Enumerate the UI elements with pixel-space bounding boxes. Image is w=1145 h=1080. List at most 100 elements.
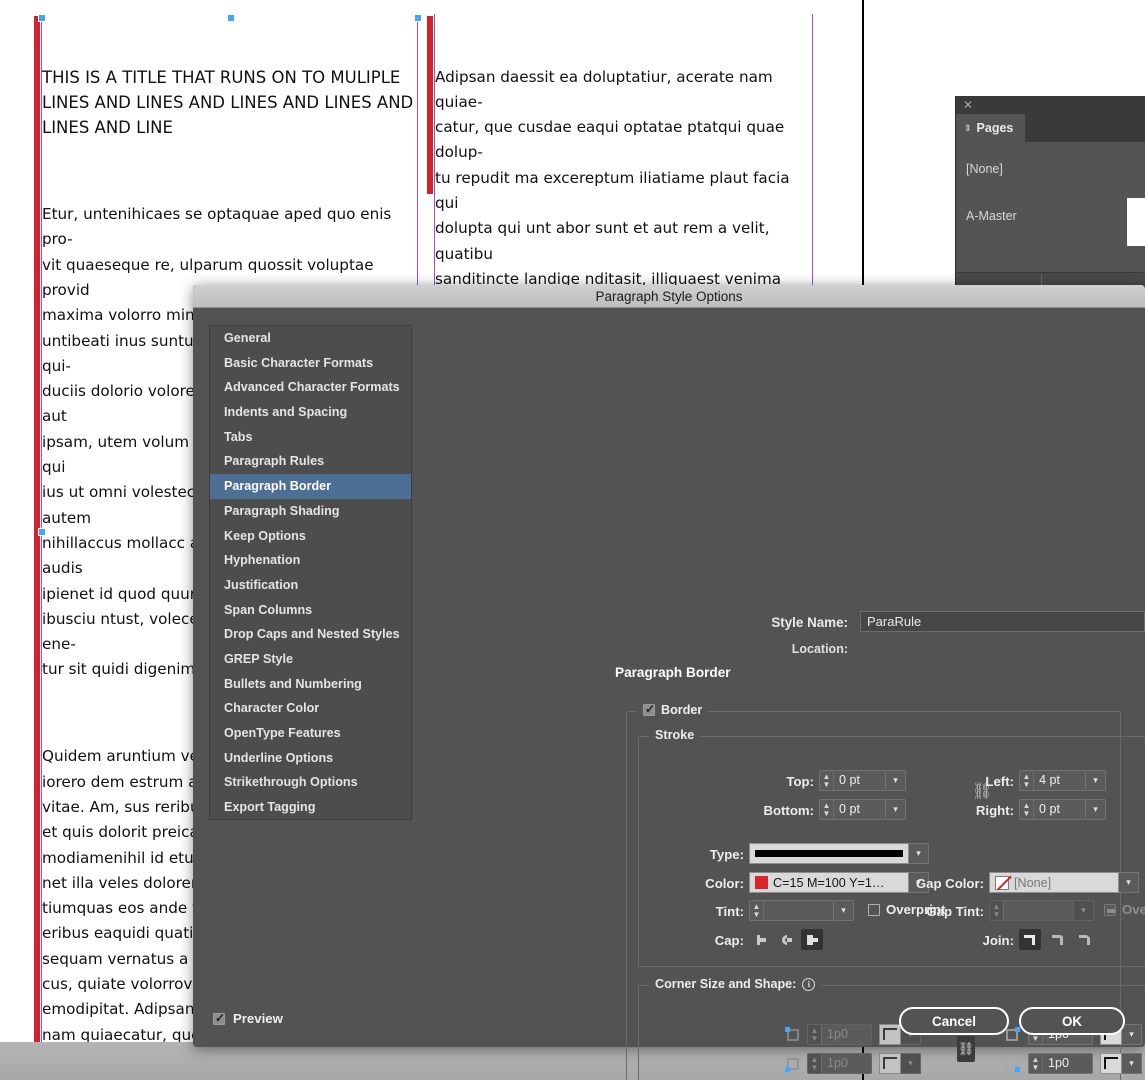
gap-color-combo[interactable]: [None] ▾ <box>989 872 1139 893</box>
corner-bottom-right-value[interactable]: 1p0 <box>1043 1054 1092 1073</box>
stroke-type-combo[interactable]: ▾ <box>749 843 929 864</box>
stroke-top-stepper[interactable]: ▲ ▼ <box>820 771 834 790</box>
cap-butt-button[interactable] <box>749 929 771 950</box>
master-page-item-none[interactable]: [None] <box>966 162 1003 176</box>
category-item-paragraph-rules[interactable]: Paragraph Rules <box>210 449 411 474</box>
stroke-type-preview[interactable] <box>749 843 909 864</box>
stroke-type-dropdown-arrow[interactable]: ▾ <box>909 843 929 864</box>
pages-panel-body[interactable]: [None] A-Master <box>956 142 1145 288</box>
category-item-character-color[interactable]: Character Color <box>210 696 411 721</box>
gap-color-face[interactable]: [None] <box>989 872 1119 893</box>
category-item-hyphenation[interactable]: Hyphenation <box>210 548 411 573</box>
paragraph-style-options-dialog[interactable]: Paragraph Style Options General Basic Ch… <box>193 285 1145 1080</box>
stroke-tint-field[interactable]: ▲ ▼ <box>749 900 834 921</box>
stroke-right-field[interactable]: ▲ ▼ 0 pt <box>1019 799 1086 820</box>
corner-bottom-right-stepper[interactable]: ▲ ▼ <box>1029 1054 1043 1073</box>
section-heading: Paragraph Border <box>615 665 731 680</box>
close-icon[interactable]: ✕ <box>963 98 973 112</box>
category-item-drop-caps-and-nested-styles[interactable]: Drop Caps and Nested Styles <box>210 622 411 647</box>
cap-projecting-button[interactable] <box>801 929 823 950</box>
stroke-left-value[interactable]: 4 pt <box>1034 771 1085 790</box>
category-item-keep-options[interactable]: Keep Options <box>210 524 411 549</box>
gap-tint-label: Gap Tint: <box>926 904 984 919</box>
stroke-color-label: Color: <box>705 876 744 891</box>
category-item-underline-options[interactable]: Underline Options <box>210 746 411 771</box>
category-item-paragraph-shading[interactable]: Paragraph Shading <box>210 499 411 524</box>
join-bevel-button[interactable] <box>1074 929 1096 950</box>
stroke-left-label: Left: <box>985 774 1014 789</box>
category-item-general[interactable]: General <box>210 326 411 351</box>
gap-color-value: [None] <box>1014 875 1052 890</box>
border-group-label: Border <box>661 703 703 717</box>
corner-group-legend: Corner Size and Shape: i <box>649 977 822 991</box>
stroke-tint-label: Tint: <box>715 904 744 919</box>
corner-bottom-right-field[interactable]: ▲ ▼ 1p0 <box>1028 1053 1093 1074</box>
join-round-icon <box>1052 934 1063 945</box>
stroke-left-stepper[interactable]: ▲ ▼ <box>1020 771 1034 790</box>
stroke-top-field[interactable]: ▲ ▼ 0 pt <box>819 770 886 791</box>
stroke-bottom-value[interactable]: 0 pt <box>834 800 885 819</box>
stroke-right-dropdown[interactable]: ▾ <box>1086 799 1106 820</box>
gap-color-label: Gap Color: <box>915 876 984 891</box>
corner-shape-none-icon[interactable] <box>1100 1053 1122 1074</box>
stroke-tint-stepper[interactable]: ▲ ▼ <box>750 901 764 920</box>
stroke-tint-value[interactable] <box>764 901 833 920</box>
corner-bottom-right-shape-dropdown[interactable]: ▾ <box>1122 1053 1142 1074</box>
stroke-group-legend: Stroke <box>649 728 701 742</box>
stroke-bottom-field[interactable]: ▲ ▼ 0 pt <box>819 799 886 820</box>
stroke-right-value[interactable]: 0 pt <box>1034 800 1085 819</box>
master-page-thumbnail[interactable] <box>1127 198 1145 246</box>
gap-tint-value <box>1004 901 1073 920</box>
stroke-type-label: Type: <box>709 847 744 862</box>
chain-linked-icon[interactable]: ⛓ <box>957 1036 975 1062</box>
stroke-right-stepper[interactable]: ▲ ▼ <box>1020 800 1034 819</box>
category-list[interactable]: General Basic Character Formats Advanced… <box>209 325 412 820</box>
stroke-bottom-dropdown[interactable]: ▾ <box>886 799 906 820</box>
category-item-strikethrough-options[interactable]: Strikethrough Options <box>210 770 411 795</box>
category-item-tabs[interactable]: Tabs <box>210 425 411 450</box>
category-item-paragraph-border[interactable]: Paragraph Border <box>210 474 411 499</box>
stroke-bottom-stepper[interactable]: ▲ ▼ <box>820 800 834 819</box>
stroke-top-value[interactable]: 0 pt <box>834 771 885 790</box>
category-item-grep-style[interactable]: GREP Style <box>210 647 411 672</box>
category-item-export-tagging[interactable]: Export Tagging <box>210 795 411 819</box>
border-checkbox[interactable] <box>643 702 655 716</box>
stroke-tint-dropdown[interactable]: ▾ <box>834 900 854 921</box>
preview-row[interactable]: Preview <box>213 1011 283 1026</box>
cancel-button[interactable]: Cancel <box>899 1007 1009 1035</box>
category-item-opentype-features[interactable]: OpenType Features <box>210 721 411 746</box>
info-icon[interactable]: i <box>802 977 816 991</box>
join-miter-button[interactable] <box>1019 929 1041 950</box>
style-name-input[interactable]: ParaRule <box>860 611 1145 632</box>
corner-group-label: Corner Size and Shape: <box>655 977 797 991</box>
category-item-span-columns[interactable]: Span Columns <box>210 598 411 623</box>
master-page-item-a-master[interactable]: A-Master <box>966 209 1017 223</box>
preview-checkbox[interactable] <box>213 1011 225 1025</box>
category-item-indents-and-spacing[interactable]: Indents and Spacing <box>210 400 411 425</box>
category-item-justification[interactable]: Justification <box>210 573 411 598</box>
corner-top-right-shape-dropdown[interactable]: ▾ <box>1122 1024 1142 1045</box>
tab-pages[interactable]: ⇕ Pages <box>956 114 1026 142</box>
cap-round-button[interactable] <box>775 929 797 950</box>
gap-tint-dropdown: ▾ <box>1074 900 1094 921</box>
gap-color-dropdown-arrow[interactable]: ▾ <box>1119 872 1139 893</box>
corner-bottom-left-shape-dropdown: ▾ <box>901 1053 921 1074</box>
category-item-advanced-character-formats[interactable]: Advanced Character Formats <box>210 375 411 400</box>
stroke-left-field[interactable]: ▲ ▼ 4 pt <box>1019 770 1086 791</box>
category-item-basic-character-formats[interactable]: Basic Character Formats <box>210 351 411 376</box>
ok-button[interactable]: OK <box>1019 1007 1125 1035</box>
pages-panel[interactable]: ✕ ⇕ Pages [None] A-Master <box>955 96 1145 288</box>
join-round-button[interactable] <box>1047 929 1069 950</box>
corner-bottom-left-icon <box>785 1058 799 1072</box>
corner-bottom-left-stepper: ▲ ▼ <box>808 1054 822 1073</box>
stroke-group-label: Stroke <box>655 728 695 742</box>
collapse-chevron-icon[interactable]: ⇕ <box>964 123 972 133</box>
none-swatch-icon <box>995 875 1009 890</box>
gap-tint-stepper: ▲ ▼ <box>990 901 1004 920</box>
corner-bottom-left-field: ▲ ▼ 1p0 <box>807 1053 872 1074</box>
category-item-bullets-and-numbering[interactable]: Bullets and Numbering <box>210 672 411 697</box>
border-group-legend[interactable]: Border <box>637 702 709 717</box>
corner-bottom-right-shape[interactable]: ▾ <box>1100 1053 1142 1074</box>
stroke-top-dropdown[interactable]: ▾ <box>886 770 906 791</box>
stroke-left-dropdown[interactable]: ▾ <box>1086 770 1106 791</box>
